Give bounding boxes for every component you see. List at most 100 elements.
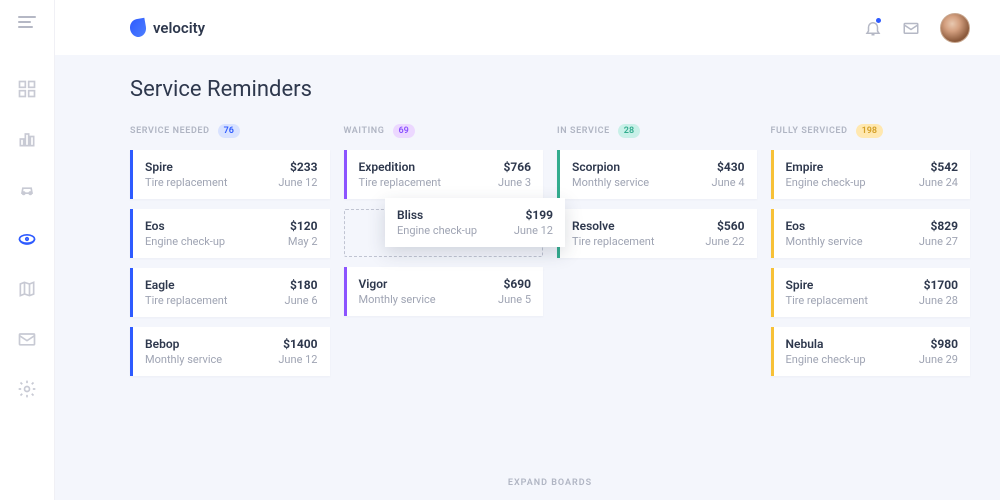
service-card[interactable]: Bebop Monthly service $1400 June 12 [130, 327, 330, 376]
card-date: June 12 [514, 224, 553, 237]
column-title: WAITING [344, 126, 385, 136]
column-header: WAITING 69 [344, 124, 544, 138]
service-card[interactable]: Eos Monthly service $829 June 27 [771, 209, 971, 258]
column-purple: WAITING 69 Expedition Tire replacement $766 J… [344, 124, 544, 468]
card-date: June 3 [498, 176, 531, 189]
card-title: Bliss [397, 208, 477, 222]
card-list: SpireTire replacement$233June 12EosEngin… [130, 150, 330, 376]
card-price: $120 [290, 219, 318, 233]
service-card[interactable]: Expedition Tire replacement $766 June 3 [344, 150, 544, 199]
service-card[interactable]: Eos Engine check-up $120 May 2 [130, 209, 330, 258]
card-price: $542 [930, 160, 958, 174]
page-title: Service Reminders [130, 77, 970, 102]
card-subtitle: Engine check-up [397, 224, 477, 237]
card-price: $560 [717, 219, 745, 233]
service-card[interactable]: SpireTire replacement$233June 12 [130, 150, 330, 199]
card-price: $766 [503, 160, 531, 174]
card-subtitle: Engine check-up [145, 235, 225, 248]
card-price: $430 [717, 160, 745, 174]
notification-dot [876, 18, 881, 23]
card-price: $690 [503, 277, 531, 291]
service-card[interactable]: Vigor Monthly service $690 June 5 [344, 267, 544, 316]
card-date: June 4 [712, 176, 745, 189]
service-card[interactable]: NebulaEngine check-up$980June 29 [771, 327, 971, 376]
leaf-icon [129, 17, 148, 38]
card-title: Eos [786, 219, 863, 233]
card-title: Bebop [145, 337, 222, 351]
service-card[interactable]: Spire Tire replacement $1700 June 28 [771, 268, 971, 317]
card-list: Scorpion Monthly service $430 June 4 Resolve… [557, 150, 757, 258]
nav-service[interactable] [16, 228, 38, 250]
column-yellow: FULLY SERVICED 198 Empire Engine check-up $5… [771, 124, 971, 468]
column-blue: SERVICE NEEDED76SpireTire replacement$23… [130, 124, 330, 468]
service-card[interactable]: Scorpion Monthly service $430 June 4 [557, 150, 757, 199]
nav-map[interactable] [16, 278, 38, 300]
card-title: Eos [145, 219, 225, 233]
column-header: SERVICE NEEDED 76 [130, 124, 330, 138]
messages-icon[interactable] [902, 19, 920, 37]
card-date: June 12 [278, 176, 317, 189]
card-subtitle: Tire replacement [359, 176, 441, 189]
nav-charts[interactable] [16, 128, 38, 150]
nav-dashboard[interactable] [16, 78, 38, 100]
card-subtitle: Tire replacement [572, 235, 654, 248]
card-date: June 28 [919, 294, 958, 307]
expand-boards-button[interactable]: EXPAND BOARDS [130, 478, 970, 488]
card-date: June 24 [919, 176, 958, 189]
notifications-icon[interactable] [864, 19, 882, 37]
dragging-card[interactable]: Bliss Engine check-up $199 June 12 [385, 198, 565, 247]
column-teal: IN SERVICE28 Scorpion Monthly service $430 J… [557, 124, 757, 468]
nav-settings[interactable] [16, 378, 38, 400]
topbar: velocity [55, 0, 1000, 55]
nav-vehicles[interactable] [16, 178, 38, 200]
brand-logo[interactable]: velocity [130, 19, 205, 37]
card-subtitle: Tire replacement [786, 294, 868, 307]
card-price: $829 [930, 219, 958, 233]
card-list: Empire Engine check-up $542 June 24 Eos Month… [771, 150, 971, 376]
card-subtitle: Monthly service [786, 235, 863, 248]
card-subtitle: Engine check-up [786, 353, 866, 366]
card-title: Empire [786, 160, 866, 174]
card-date: June 27 [919, 235, 958, 248]
card-title: Nebula [786, 337, 866, 351]
card-date: June 22 [705, 235, 744, 248]
card-subtitle: Monthly service [572, 176, 649, 189]
card-subtitle: Monthly service [359, 293, 436, 306]
card-price: $1400 [283, 337, 317, 351]
kanban-boards: Bliss Engine check-up $199 June 12 SERVI… [130, 124, 970, 468]
column-count-badge: 28 [618, 124, 640, 138]
column-title: FULLY SERVICED [771, 126, 848, 136]
card-title: Expedition [359, 160, 441, 174]
card-subtitle: Tire replacement [145, 176, 227, 189]
column-count-badge: 69 [393, 124, 415, 138]
content: Service Reminders Bliss Engine check-up … [55, 55, 1000, 500]
column-header: FULLY SERVICED 198 [771, 124, 971, 138]
nav-mail[interactable] [16, 328, 38, 350]
service-card[interactable]: EagleTire replacement$180June 6 [130, 268, 330, 317]
card-subtitle: Engine check-up [786, 176, 866, 189]
column-header: IN SERVICE28 [557, 124, 757, 138]
column-title: SERVICE NEEDED [130, 126, 210, 136]
card-title: Scorpion [572, 160, 649, 174]
menu-toggle-icon[interactable] [18, 16, 36, 28]
card-date: May 2 [288, 235, 318, 248]
card-subtitle: Tire replacement [145, 294, 227, 307]
card-price: $233 [290, 160, 318, 174]
card-title: Spire [786, 278, 868, 292]
card-price: $980 [930, 337, 958, 351]
brand-name: velocity [153, 19, 205, 37]
card-price: $1700 [924, 278, 958, 292]
column-count-badge: 76 [218, 124, 240, 138]
column-count-badge: 198 [856, 124, 883, 138]
card-price: $199 [525, 208, 553, 222]
card-title: Vigor [359, 277, 436, 291]
card-date: June 5 [498, 293, 531, 306]
card-subtitle: Monthly service [145, 353, 222, 366]
avatar[interactable] [940, 13, 970, 43]
card-price: $180 [290, 278, 318, 292]
card-title: Resolve [572, 219, 654, 233]
service-card[interactable]: Resolve Tire replacement $560 June 22 [557, 209, 757, 258]
card-date: June 12 [278, 353, 317, 366]
card-date: June 6 [285, 294, 318, 307]
service-card[interactable]: Empire Engine check-up $542 June 24 [771, 150, 971, 199]
